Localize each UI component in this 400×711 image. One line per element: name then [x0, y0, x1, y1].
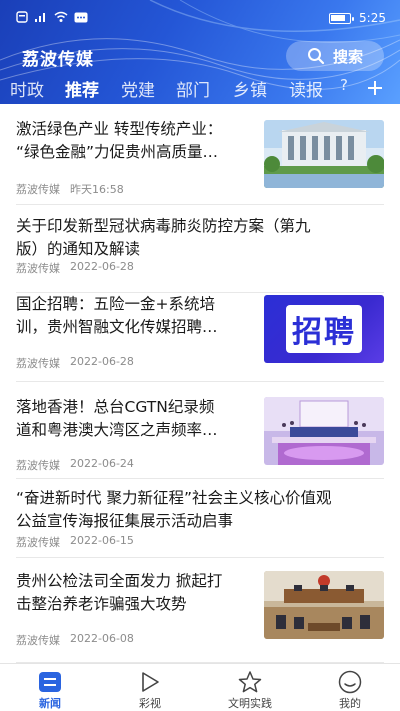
- article-title: 激活绿色产业 转型传统产业： “绿色金融”力促贵州高质量…: [16, 120, 223, 161]
- app-screen: 5:25 荔波传媒 搜索 时政 推荐 党建 部门 乡镇 读报 ? 激活绿色产业 …: [0, 0, 400, 711]
- article-date: 2022-06-24: [70, 457, 134, 470]
- nav-civilization-label: 文明实践: [228, 697, 272, 710]
- tab-dubao[interactable]: 读报: [289, 76, 323, 101]
- tab-bumen[interactable]: 部门: [176, 76, 210, 101]
- status-icons-left: [16, 11, 88, 23]
- article-item[interactable]: “奋进新时代 聚力新征程”社会主义核心价值观 公益宣传海报征集展示活动启事 荔波…: [16, 479, 384, 558]
- article-item[interactable]: 关于印发新型冠状病毒肺炎防控方案（第九 版）的通知及解读 荔波传媒 2022-0…: [16, 205, 384, 293]
- tab-overflow-partial[interactable]: ?: [340, 76, 348, 94]
- play-icon: [142, 672, 159, 692]
- article-source: 荔波传媒: [16, 357, 60, 370]
- wifi-icon: [54, 11, 68, 22]
- profile-icon: [338, 670, 362, 694]
- bottom-navigation: 新闻 彩视 文明实践 我的: [0, 663, 400, 711]
- notification-icon: [16, 11, 28, 23]
- article-source: 荔波传媒: [16, 459, 60, 472]
- article-date: 昨天16:58: [70, 183, 124, 196]
- article-source: 荔波传媒: [16, 536, 60, 549]
- news-feed: 激活绿色产业 转型传统产业： “绿色金融”力促贵州高质量… 荔波传媒 昨天16:…: [0, 104, 400, 663]
- nav-civilization[interactable]: 文明实践: [200, 664, 300, 711]
- article-source: 荔波传媒: [16, 183, 60, 196]
- status-time: 5:25: [359, 11, 386, 25]
- app-header: 5:25 荔波传媒 搜索 时政 推荐 党建 部门 乡镇 读报 ?: [0, 0, 400, 104]
- article-meta: 荔波传媒 昨天16:58: [16, 181, 124, 197]
- courtroom-photo-thumbnail: [264, 571, 384, 639]
- app-title: 荔波传媒: [22, 50, 94, 70]
- article-title: 落地香港！总台CGTN纪录频 道和粤港澳大湾区之声频率…: [16, 398, 218, 439]
- tab-xiangzhen[interactable]: 乡镇: [233, 76, 267, 101]
- add-tab-icon[interactable]: [366, 79, 384, 97]
- recruit-banner-thumbnail: 招聘: [264, 295, 384, 363]
- nav-video-label: 彩视: [139, 697, 161, 710]
- article-item[interactable]: 国企招聘：五险一金+系统培 训，贵州智融文化传媒招聘… 荔波传媒 2022-06…: [16, 293, 384, 382]
- article-source: 荔波传媒: [16, 262, 60, 275]
- category-tabs: 时政 推荐 党建 部门 乡镇 读报 ?: [0, 74, 400, 104]
- article-date: 2022-06-28: [70, 355, 134, 368]
- article-title: “奋进新时代 聚力新征程”社会主义核心价值观 公益宣传海报征集展示活动启事: [16, 489, 332, 530]
- event-stage-photo-thumbnail: [264, 397, 384, 465]
- article-meta: 荔波传媒 2022-06-15: [16, 534, 134, 550]
- article-meta: 荔波传媒 2022-06-28: [16, 260, 134, 276]
- star-icon: [238, 671, 262, 693]
- status-icons-right: 5:25: [329, 11, 386, 25]
- search-icon: [307, 48, 325, 65]
- article-date: 2022-06-28: [70, 260, 134, 273]
- article-item[interactable]: 贵州公检法司全面发力 掀起打 击整治养老诈骗强大攻势 荔波传媒 2022-06-…: [16, 558, 384, 663]
- recruit-banner-text: 招聘: [286, 305, 362, 353]
- news-icon: [39, 672, 61, 692]
- article-date: 2022-06-08: [70, 632, 134, 645]
- article-meta: 荔波传媒 2022-06-24: [16, 457, 134, 473]
- nav-news[interactable]: 新闻: [0, 664, 100, 711]
- nav-profile[interactable]: 我的: [300, 664, 400, 711]
- article-title: 国企招聘：五险一金+系统培 训，贵州智融文化传媒招聘…: [16, 295, 218, 336]
- nav-profile-label: 我的: [339, 697, 361, 710]
- tab-tuijian[interactable]: 推荐: [65, 76, 99, 101]
- article-meta: 荔波传媒 2022-06-28: [16, 355, 134, 371]
- article-title: 贵州公检法司全面发力 掀起打 击整治养老诈骗强大攻势: [16, 572, 223, 613]
- nav-video[interactable]: 彩视: [100, 664, 200, 711]
- nav-news-label: 新闻: [39, 697, 61, 710]
- building-photo-thumbnail: [264, 120, 384, 188]
- article-meta: 荔波传媒 2022-06-08: [16, 632, 134, 648]
- article-item[interactable]: 激活绿色产业 转型传统产业： “绿色金融”力促贵州高质量… 荔波传媒 昨天16:…: [16, 104, 384, 205]
- message-icon: [74, 12, 88, 22]
- signal-icon: [35, 13, 45, 22]
- article-date: 2022-06-15: [70, 534, 134, 547]
- tab-dangjian[interactable]: 党建: [121, 76, 155, 101]
- status-bar: 5:25: [0, 0, 400, 36]
- search-button[interactable]: 搜索: [286, 41, 384, 71]
- article-source: 荔波传媒: [16, 634, 60, 647]
- tab-shizheng[interactable]: 时政: [10, 76, 44, 101]
- article-item[interactable]: 落地香港！总台CGTN纪录频 道和粤港澳大湾区之声频率… 荔波传媒 2022-0…: [16, 382, 384, 479]
- search-label: 搜索: [332, 47, 363, 66]
- article-title: 关于印发新型冠状病毒肺炎防控方案（第九 版）的通知及解读: [16, 217, 311, 258]
- battery-icon: [329, 12, 355, 24]
